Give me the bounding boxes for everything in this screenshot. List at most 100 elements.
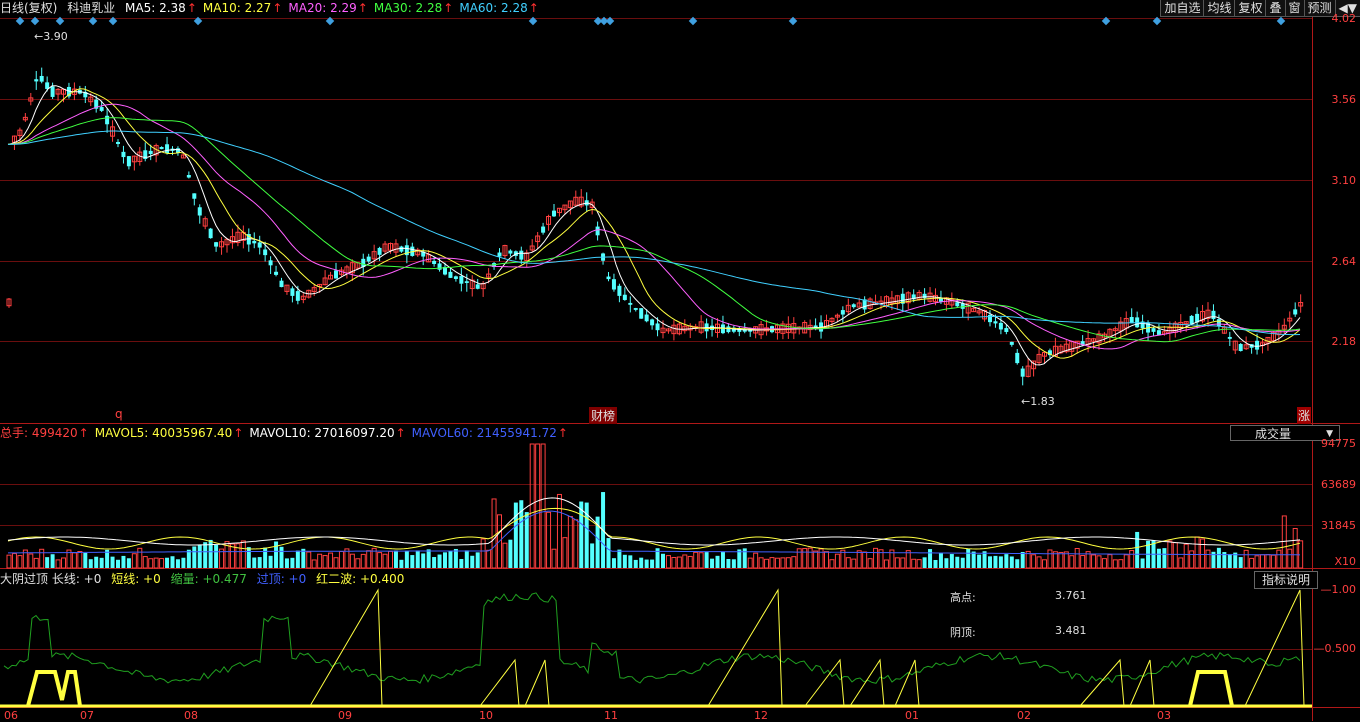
volume-bar-down	[437, 554, 442, 568]
indicator-bar-yellow	[1188, 670, 1234, 707]
kline-chart[interactable]	[0, 0, 1312, 721]
volume-axis-label: 63689	[1321, 478, 1356, 491]
volume-bar-up	[774, 557, 780, 569]
volume-bar-up	[1031, 554, 1037, 569]
price-axis-label: 2.18	[1331, 335, 1357, 348]
price-axis-label: 4.02	[1331, 12, 1357, 25]
volume-bar-up	[153, 557, 159, 569]
adjust-button[interactable]: 复权	[1234, 0, 1266, 17]
indicator-line-yellow	[479, 658, 520, 707]
volume-bar-down	[83, 552, 88, 568]
candle-body-down	[1255, 340, 1260, 350]
candle-body-down	[497, 252, 502, 257]
volume-bar-down	[988, 556, 992, 568]
candle-body-down	[274, 271, 279, 275]
volume-bar-down	[617, 549, 622, 568]
event-marker-limit-up[interactable]: 涨	[1297, 407, 1312, 424]
overlay-button[interactable]: 叠	[1265, 0, 1285, 17]
indicator-line-yellow	[1079, 658, 1125, 707]
volume-bar-down	[475, 552, 480, 568]
candle-body-down	[432, 260, 437, 264]
candle-body-down	[459, 276, 464, 284]
volume-bar-down	[192, 546, 197, 568]
candle-body-down	[366, 256, 371, 262]
volume-bar-up	[829, 559, 835, 569]
volume-bar-up	[562, 537, 568, 569]
volume-bar-down	[464, 550, 469, 568]
candle-body-down	[39, 75, 44, 82]
volume-bar-up	[388, 550, 393, 569]
volume-bar-up	[1260, 554, 1265, 569]
volume-bar-down	[110, 556, 115, 568]
volume-bar-up	[671, 556, 677, 569]
volume-bar-down	[399, 559, 404, 568]
add-watchlist-button[interactable]: 加自选	[1160, 0, 1204, 17]
stock-name: 科迪乳业	[67, 1, 116, 15]
indicator-line-yellow	[894, 659, 920, 707]
volume-bar-down	[1162, 548, 1167, 568]
volume-bar-down	[284, 558, 289, 568]
candle-body-down	[1156, 330, 1161, 335]
candle-body-down	[334, 270, 338, 279]
x-axis-label: 06	[4, 709, 18, 722]
ma-label-3: MA30: 2.28	[373, 1, 443, 15]
candle-body-down	[655, 323, 660, 331]
volume-bar-up	[834, 553, 840, 569]
volume-bar-down	[1020, 551, 1025, 568]
candle-body-down	[840, 310, 845, 315]
volume-bar-up	[33, 557, 39, 569]
x-axis-label: 11	[604, 709, 618, 722]
x-axis-label: 03	[1157, 709, 1171, 722]
x-axis-label: 12	[754, 709, 768, 722]
volume-bar-up	[1194, 536, 1200, 569]
volume-bar-down	[590, 543, 595, 568]
event-diamond-icon	[1276, 16, 1286, 26]
indicator-help-button[interactable]: 指标说明	[1254, 571, 1318, 589]
volume-bar-down	[513, 502, 518, 568]
info-yin-top-value: 3.481	[1055, 624, 1087, 637]
candle-body-down	[595, 226, 600, 236]
volume-bar-up	[911, 558, 917, 569]
chart-type-label[interactable]: 日线(复权)	[0, 1, 57, 15]
volume-bar-down	[704, 552, 709, 568]
x-axis-label: 09	[338, 709, 352, 722]
volume-bar-up	[851, 558, 857, 569]
volume-bar-down	[628, 555, 633, 568]
moving-average-line	[7, 103, 1301, 350]
window-button[interactable]: 窗	[1284, 0, 1304, 17]
volume-bar-up	[1200, 538, 1206, 569]
volume-bar-up	[71, 552, 77, 569]
candle-body-down	[922, 293, 927, 299]
volume-bar-down	[421, 553, 426, 568]
event-marker[interactable]: q	[115, 407, 123, 421]
ma-label-0: MA5: 2.38	[125, 1, 186, 15]
indicator-stat-2: 缩量: +0.477	[170, 572, 247, 586]
volume-bar-down	[290, 557, 295, 568]
volume-bar-up	[1189, 550, 1195, 569]
volume-bar-up	[1096, 555, 1102, 569]
volume-bar-up	[1129, 550, 1135, 569]
up-arrow-icon: ↑	[186, 1, 197, 15]
volume-ma-line	[7, 507, 1301, 550]
volume-bar-up	[900, 557, 906, 569]
candle-body-down	[650, 319, 655, 326]
volume-bar-down	[938, 553, 943, 568]
candle-body-down	[606, 276, 611, 280]
volume-bar-up	[1276, 549, 1282, 569]
volume-bar-up	[1080, 555, 1086, 569]
volume-stat-3: MAVOL60: 21455941.72	[411, 426, 557, 440]
volume-bar-up	[486, 549, 492, 569]
candle-body-down	[1009, 341, 1014, 345]
candle-body-down	[938, 298, 943, 302]
volume-bar-down	[720, 551, 725, 568]
candle-body-down	[121, 151, 126, 158]
volume-bar-up	[338, 550, 344, 569]
volume-bar-up	[1042, 559, 1047, 569]
volume-bar-up	[1107, 554, 1113, 569]
volume-bar-down	[116, 559, 120, 568]
ma-button[interactable]: 均线	[1203, 0, 1235, 17]
event-marker-financial[interactable]: 财榜	[589, 407, 618, 424]
candle-body-down	[1004, 328, 1009, 332]
volume-stat-2: MAVOL10: 27016097.20	[249, 426, 395, 440]
